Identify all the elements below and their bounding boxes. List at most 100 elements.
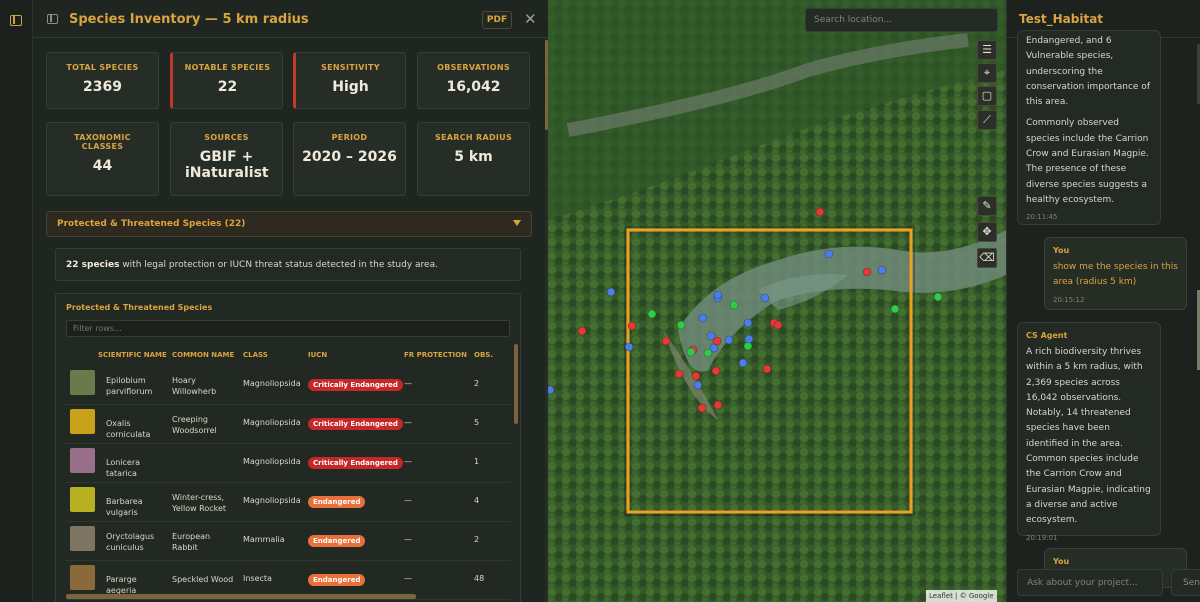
scientific-name: Barbarea vulgaris (106, 497, 143, 517)
stat-card-notable-species: NOTABLE SPECIES 22 (170, 52, 283, 109)
scientific-name: Lonicera tatarica (106, 458, 141, 478)
observation-marker[interactable] (724, 335, 734, 345)
close-icon[interactable]: ✕ (524, 10, 537, 28)
observation-marker[interactable] (815, 207, 825, 217)
table-row[interactable]: Barbarea vulgaris Winter-cress, Yellow Ro… (66, 483, 511, 522)
note-count: 22 species (66, 260, 120, 270)
col-obs[interactable]: OBS. (474, 351, 493, 359)
fr-protection: — (404, 418, 412, 427)
observation-marker[interactable] (697, 403, 707, 413)
observation-marker[interactable] (711, 366, 721, 376)
move-icon[interactable]: ✥ (977, 222, 997, 242)
observation-marker[interactable] (712, 336, 722, 346)
scientific-name: Epilobium parviflorum (106, 376, 153, 396)
observation-marker[interactable] (729, 300, 739, 310)
iucn-badge: Critically Endangered (308, 457, 403, 469)
send-button[interactable]: Sen (1171, 569, 1200, 596)
stat-label: OBSERVATIONS (437, 63, 510, 72)
iucn-badge: Endangered (308, 535, 366, 547)
message-author: CS Agent (1026, 331, 1068, 340)
observation-marker[interactable] (548, 385, 555, 395)
fr-protection: — (404, 379, 412, 388)
protected-species-accordion[interactable]: Protected & Threatened Species (22) (46, 211, 532, 237)
species-thumbnail (70, 565, 95, 590)
observation-marker[interactable] (760, 293, 770, 303)
observation-marker[interactable] (691, 371, 701, 381)
class-name: Magnoliopsida (243, 496, 301, 505)
chat-message-user: You show me the species in this area (ra… (1044, 237, 1187, 310)
observation-marker[interactable] (661, 336, 671, 346)
table-row[interactable]: Oryctolagus cuniculus European Rabbit Mamm… (66, 522, 511, 561)
stat-value: 44 (92, 158, 113, 174)
common-name: Winter-cress, Yellow Rocket (172, 493, 227, 513)
map-canvas[interactable] (548, 0, 1006, 602)
observation-marker[interactable] (862, 267, 872, 277)
col-iucn[interactable]: IUCN (308, 351, 327, 359)
observation-marker[interactable] (877, 265, 887, 275)
erase-icon[interactable]: ⌫ (977, 248, 997, 268)
observation-marker[interactable] (577, 326, 587, 336)
col-class[interactable]: CLASS (243, 351, 268, 359)
pdf-button[interactable]: PDF (482, 11, 512, 29)
iucn-badge: Endangered (308, 496, 366, 508)
observation-marker[interactable] (824, 249, 834, 259)
stat-value: 16,042 (446, 79, 501, 95)
observation-marker[interactable] (762, 364, 772, 374)
observation-marker[interactable] (744, 334, 754, 344)
map-attribution[interactable]: Leaflet | © Google (926, 590, 997, 602)
satellite-map[interactable]: Search location... ☰ ⌖ ▢ ⟋ ✎ ✥ ⌫ Leaflet… (548, 0, 1006, 602)
col-common-name[interactable]: COMMON NAME (172, 351, 234, 359)
polyline-icon[interactable]: ⟋ (977, 110, 997, 130)
observation-marker[interactable] (890, 304, 900, 314)
stat-card-search-radius: SEARCH RADIUS 5 km (417, 122, 530, 196)
stat-value: 2369 (83, 79, 122, 95)
sidebar-toggle-icon[interactable] (10, 15, 22, 26)
observation-marker[interactable] (606, 287, 616, 297)
observation-marker[interactable] (738, 358, 748, 368)
filter-rows-input[interactable] (66, 320, 510, 337)
table-row[interactable]: Epilobium parviflorum Hoary Willowherb Mag… (66, 366, 511, 405)
map-search-input[interactable]: Search location... (805, 8, 998, 32)
layers-icon[interactable]: ☰ (977, 40, 997, 60)
observation-marker[interactable] (773, 320, 783, 330)
chat-title: Test_Habitat (1019, 12, 1104, 26)
observation-marker[interactable] (713, 290, 723, 300)
obs-count: 48 (474, 574, 485, 583)
species-thumbnail (70, 370, 95, 395)
observation-marker[interactable] (703, 348, 713, 358)
chat-input[interactable]: Ask about your project... (1017, 569, 1163, 596)
observation-marker[interactable] (686, 347, 696, 357)
observation-marker[interactable] (743, 318, 753, 328)
observation-marker[interactable] (933, 292, 943, 302)
table-scrollbar[interactable] (514, 344, 518, 424)
rectangle-icon[interactable]: ▢ (977, 86, 997, 106)
col-fr-protection[interactable]: FR PROTECTION (404, 351, 467, 359)
marker-icon[interactable]: ⌖ (977, 63, 997, 83)
edit-icon[interactable]: ✎ (977, 196, 997, 216)
table-row[interactable]: Oxalis corniculata Creeping Woodsorrel Mag… (66, 405, 511, 444)
table-header: SCIENTIFIC NAME COMMON NAME CLASS IUCN F… (66, 348, 511, 364)
observation-marker[interactable] (674, 369, 684, 379)
stat-card-period: PERIOD 2020 – 2026 (293, 122, 406, 196)
observation-marker[interactable] (743, 341, 753, 351)
observation-marker[interactable] (698, 313, 708, 323)
observation-marker[interactable] (647, 309, 657, 319)
fr-protection: — (404, 496, 412, 505)
panel-collapse-icon[interactable] (47, 14, 58, 24)
observation-marker[interactable] (693, 380, 703, 390)
species-table-card: Protected & Threatened Species SCIENTIFI… (55, 293, 521, 602)
observation-marker[interactable] (624, 342, 634, 352)
chevron-down-icon (513, 220, 521, 226)
message-time: 20:11:45 (1026, 213, 1058, 222)
table-row[interactable]: Lonicera tatarica Magnoliopsida Critically… (66, 444, 511, 483)
chat-message-agent: CS Agent A rich biodiversity thrives wit… (1017, 322, 1161, 542)
observation-marker[interactable] (627, 321, 637, 331)
stat-card-observations: OBSERVATIONS 16,042 (417, 52, 530, 109)
table-horizontal-scrollbar[interactable] (66, 594, 416, 599)
col-scientific-name[interactable]: SCIENTIFIC NAME (98, 351, 167, 359)
stat-card-total-species: TOTAL SPECIES 2369 (46, 52, 159, 109)
observation-marker[interactable] (676, 320, 686, 330)
observation-marker[interactable] (713, 400, 723, 410)
stat-label: SOURCES (204, 133, 249, 142)
chat-message-agent: Endangered, and 6 Vulnerable species, un… (1017, 30, 1161, 225)
